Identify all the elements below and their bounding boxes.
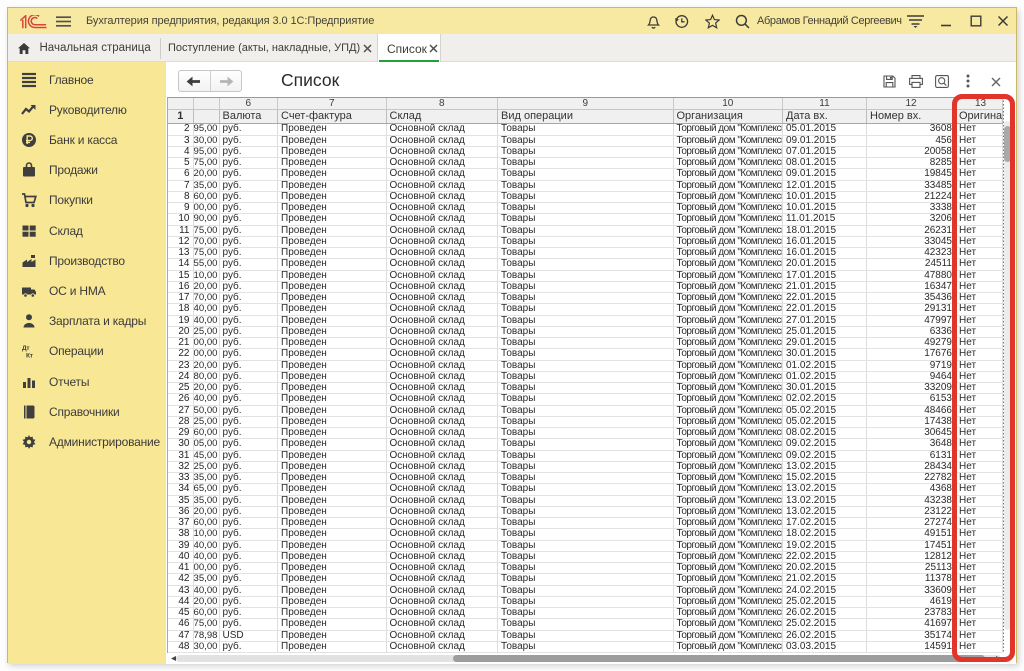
svg-text:Кт: Кт <box>26 353 33 360</box>
svg-text:Дт: Дт <box>22 345 29 352</box>
